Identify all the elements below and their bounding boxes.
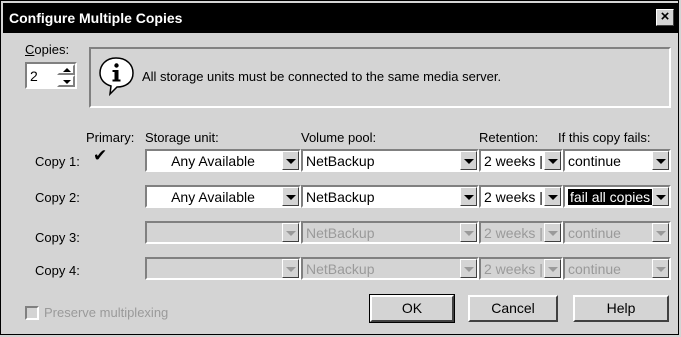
configure-copies-dialog: Configure Multiple Copies × Copies: 2 Al… xyxy=(0,0,679,335)
copy-1-retention[interactable]: 2 weeks | xyxy=(479,149,563,172)
col-primary: Primary: xyxy=(86,130,135,145)
copy-2-storage-unit-value: Any Available xyxy=(171,189,255,205)
cancel-button[interactable]: Cancel xyxy=(468,295,558,322)
chevron-down-icon[interactable] xyxy=(652,187,669,206)
chevron-down-icon xyxy=(460,259,477,278)
copy-1-label: Copy 1: xyxy=(35,154,80,169)
copy-3-if-fails-value: continue xyxy=(568,225,621,241)
copy-4-if-fails-value: continue xyxy=(568,261,621,277)
copy-1-volume-pool[interactable]: NetBackup xyxy=(301,149,479,172)
close-icon: × xyxy=(660,8,670,25)
window-title: Configure Multiple Copies xyxy=(9,10,183,26)
col-storage-unit: Storage unit: xyxy=(145,130,219,145)
spin-up-icon xyxy=(63,68,71,72)
copy-1-volume-pool-value: NetBackup xyxy=(306,153,375,169)
preserve-multiplexing-checkbox[interactable] xyxy=(25,306,39,320)
copy-2-if-fails[interactable]: fail all copies xyxy=(563,185,671,208)
copy-4-volume-pool: NetBackup xyxy=(301,257,479,280)
title-bar: Configure Multiple Copies × xyxy=(3,3,678,33)
copies-label-accel: C xyxy=(25,42,35,57)
copy-4-label: Copy 4: xyxy=(35,263,80,278)
copy-1-if-fails-value: continue xyxy=(568,153,621,169)
info-icon xyxy=(99,57,134,97)
chevron-down-icon xyxy=(282,223,299,242)
chevron-down-icon[interactable] xyxy=(460,187,477,206)
copy-1-storage-unit-value: Any Available xyxy=(171,153,255,169)
copies-spinner[interactable]: 2 xyxy=(25,62,77,89)
spin-down-icon xyxy=(63,80,71,84)
copy-2-volume-pool-value: NetBackup xyxy=(306,189,375,205)
chevron-down-icon xyxy=(544,259,561,278)
copies-label-rest: opies: xyxy=(34,42,70,57)
help-button[interactable]: Help xyxy=(573,295,669,322)
col-if-fails: If this copy fails: xyxy=(558,130,651,145)
copy-2-label: Copy 2: xyxy=(35,190,80,205)
preserve-multiplexing-label: Preserve multiplexing xyxy=(44,305,169,320)
copy-3-retention: 2 weeks | xyxy=(479,221,563,244)
copy-4-retention-value: 2 weeks | xyxy=(484,261,543,277)
chevron-down-icon[interactable] xyxy=(282,151,299,170)
copy-3-label: Copy 3: xyxy=(35,230,80,245)
copy-2-storage-unit[interactable]: Any Available xyxy=(145,185,301,208)
copy-1-storage-unit[interactable]: Any Available xyxy=(145,149,301,172)
copies-value: 2 xyxy=(30,68,38,84)
chevron-down-icon[interactable] xyxy=(652,151,669,170)
copy-3-if-fails: continue xyxy=(563,221,671,244)
chevron-down-icon xyxy=(282,259,299,278)
copy-4-if-fails: continue xyxy=(563,257,671,280)
col-volume-pool: Volume pool: xyxy=(301,130,377,145)
copy-4-volume-pool-value: NetBackup xyxy=(306,261,375,277)
copy-2-volume-pool[interactable]: NetBackup xyxy=(301,185,479,208)
ok-button[interactable]: OK xyxy=(369,294,455,323)
primary-check-icon: ✔ xyxy=(93,146,108,165)
chevron-down-icon xyxy=(460,223,477,242)
chevron-down-icon[interactable] xyxy=(460,151,477,170)
chevron-down-icon xyxy=(652,259,669,278)
copy-3-volume-pool-value: NetBackup xyxy=(306,225,375,241)
copy-4-storage-unit xyxy=(145,257,301,280)
spin-up-button[interactable] xyxy=(57,64,75,75)
copy-3-retention-value: 2 weeks | xyxy=(484,225,543,241)
copy-2-retention-value: 2 weeks | xyxy=(484,189,543,205)
chevron-down-icon xyxy=(544,223,561,242)
info-message: All storage units must be connected to t… xyxy=(142,69,502,84)
info-panel: All storage units must be connected to t… xyxy=(89,47,671,108)
copies-label: Copies: xyxy=(25,42,69,57)
chevron-down-icon[interactable] xyxy=(544,187,561,206)
copy-3-storage-unit xyxy=(145,221,301,244)
copy-4-retention: 2 weeks | xyxy=(479,257,563,280)
chevron-down-icon xyxy=(652,223,669,242)
chevron-down-icon[interactable] xyxy=(544,151,561,170)
copy-1-if-fails[interactable]: continue xyxy=(563,149,671,172)
col-retention: Retention: xyxy=(479,130,539,145)
close-button[interactable]: × xyxy=(656,9,674,26)
copy-1-retention-value: 2 weeks | xyxy=(484,153,543,169)
copy-2-retention[interactable]: 2 weeks | xyxy=(479,185,563,208)
copy-2-if-fails-value: fail all copies xyxy=(566,188,654,206)
chevron-down-icon[interactable] xyxy=(282,187,299,206)
copy-3-volume-pool: NetBackup xyxy=(301,221,479,244)
spin-down-button[interactable] xyxy=(57,75,75,87)
